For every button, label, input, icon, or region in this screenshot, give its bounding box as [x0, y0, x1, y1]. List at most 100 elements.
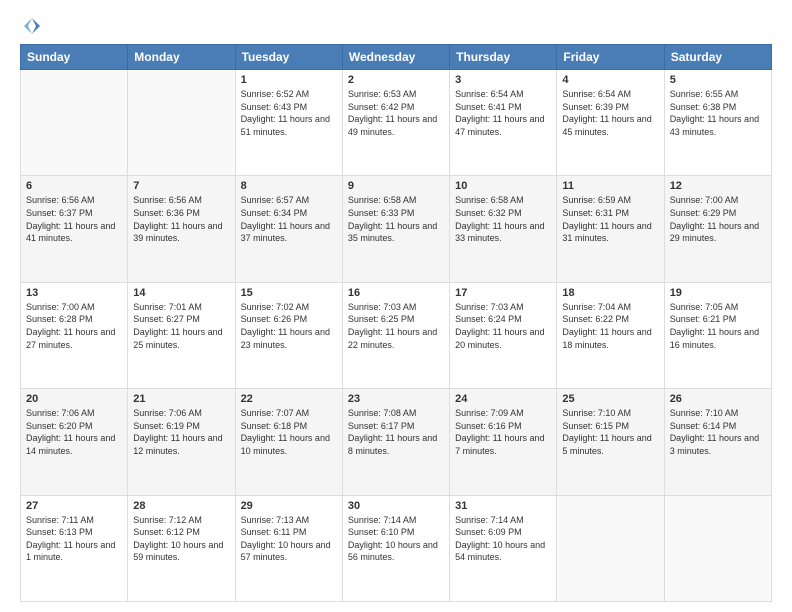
day-number: 10 — [455, 180, 551, 192]
calendar-cell: 28 Sunrise: 7:12 AM Sunset: 6:12 PM Dayli… — [128, 495, 235, 601]
day-info: Sunrise: 7:13 AM Sunset: 6:11 PM Dayligh… — [241, 514, 337, 564]
calendar-cell: 23Sunrise: 7:08 AM Sunset: 6:17 PM Dayli… — [342, 389, 449, 495]
calendar-cell: 29 Sunrise: 7:13 AM Sunset: 6:11 PM Dayli… — [235, 495, 342, 601]
col-monday: Monday — [128, 45, 235, 70]
calendar-cell: 24 Sunrise: 7:09 AM Sunset: 6:16 PM Dayli… — [450, 389, 557, 495]
day-info: Sunrise: 6:58 AM Sunset: 6:33 PM Dayligh… — [348, 194, 444, 244]
calendar-cell: 5 Sunrise: 6:55 AM Sunset: 6:38 PM Daylig… — [664, 70, 771, 176]
day-info: Sunrise: 7:02 AM Sunset: 6:26 PM Dayligh… — [241, 301, 337, 351]
day-number: 28 — [133, 500, 229, 512]
day-info: Sunrise: 7:06 AM Sunset: 6:20 PM Dayligh… — [26, 407, 122, 457]
calendar-cell: 1Sunrise: 6:52 AM Sunset: 6:43 PM Daylig… — [235, 70, 342, 176]
calendar-cell: 15 Sunrise: 7:02 AM Sunset: 6:26 PM Dayli… — [235, 282, 342, 388]
day-number: 27 — [26, 500, 122, 512]
calendar-cell — [128, 70, 235, 176]
day-info: Sunrise: 7:05 AM Sunset: 6:21 PM Dayligh… — [670, 301, 766, 351]
day-number: 11 — [562, 180, 658, 192]
day-number: 4 — [562, 74, 658, 86]
day-number: 16 — [348, 287, 444, 299]
day-info: Sunrise: 7:00 AM Sunset: 6:29 PM Dayligh… — [670, 194, 766, 244]
header — [20, 16, 772, 36]
col-tuesday: Tuesday — [235, 45, 342, 70]
calendar-cell: 11 Sunrise: 6:59 AM Sunset: 6:31 PM Dayli… — [557, 176, 664, 282]
day-info: Sunrise: 6:53 AM Sunset: 6:42 PM Dayligh… — [348, 88, 444, 138]
day-info: Sunrise: 6:56 AM Sunset: 6:36 PM Dayligh… — [133, 194, 229, 244]
day-info: Sunrise: 7:14 AM Sunset: 6:10 PM Dayligh… — [348, 514, 444, 564]
day-info: Sunrise: 7:06 AM Sunset: 6:19 PM Dayligh… — [133, 407, 229, 457]
calendar-cell: 4 Sunrise: 6:54 AM Sunset: 6:39 PM Daylig… — [557, 70, 664, 176]
day-number: 26 — [670, 393, 766, 405]
col-saturday: Saturday — [664, 45, 771, 70]
col-sunday: Sunday — [21, 45, 128, 70]
day-info: Sunrise: 7:12 AM Sunset: 6:12 PM Dayligh… — [133, 514, 229, 564]
day-number: 15 — [241, 287, 337, 299]
calendar-cell: 13 Sunrise: 7:00 AM Sunset: 6:28 PM Dayli… — [21, 282, 128, 388]
day-number: 2 — [348, 74, 444, 86]
day-number: 21 — [133, 393, 229, 405]
day-info: Sunrise: 7:10 AM Sunset: 6:15 PM Dayligh… — [562, 407, 658, 457]
calendar-cell: 19 Sunrise: 7:05 AM Sunset: 6:21 PM Dayli… — [664, 282, 771, 388]
calendar-cell: 22Sunrise: 7:07 AM Sunset: 6:18 PM Dayli… — [235, 389, 342, 495]
calendar-cell: 2 Sunrise: 6:53 AM Sunset: 6:42 PM Daylig… — [342, 70, 449, 176]
day-info: Sunrise: 7:04 AM Sunset: 6:22 PM Dayligh… — [562, 301, 658, 351]
col-friday: Friday — [557, 45, 664, 70]
day-number: 7 — [133, 180, 229, 192]
day-info: Sunrise: 7:07 AM Sunset: 6:18 PM Dayligh… — [241, 407, 337, 457]
day-number: 30 — [348, 500, 444, 512]
day-number: 14 — [133, 287, 229, 299]
calendar-cell: 27Sunrise: 7:11 AM Sunset: 6:13 PM Dayli… — [21, 495, 128, 601]
day-number: 25 — [562, 393, 658, 405]
calendar-week-3: 13 Sunrise: 7:00 AM Sunset: 6:28 PM Dayli… — [21, 282, 772, 388]
calendar: Sunday Monday Tuesday Wednesday Thursday… — [20, 44, 772, 602]
calendar-cell: 25 Sunrise: 7:10 AM Sunset: 6:15 PM Dayli… — [557, 389, 664, 495]
calendar-cell — [557, 495, 664, 601]
calendar-cell: 30 Sunrise: 7:14 AM Sunset: 6:10 PM Dayli… — [342, 495, 449, 601]
day-number: 18 — [562, 287, 658, 299]
day-info: Sunrise: 6:54 AM Sunset: 6:39 PM Dayligh… — [562, 88, 658, 138]
day-info: Sunrise: 7:00 AM Sunset: 6:28 PM Dayligh… — [26, 301, 122, 351]
day-info: Sunrise: 6:56 AM Sunset: 6:37 PM Dayligh… — [26, 194, 122, 244]
day-number: 23 — [348, 393, 444, 405]
calendar-cell — [664, 495, 771, 601]
calendar-header-row: Sunday Monday Tuesday Wednesday Thursday… — [21, 45, 772, 70]
page: Sunday Monday Tuesday Wednesday Thursday… — [0, 0, 792, 612]
day-info: Sunrise: 6:54 AM Sunset: 6:41 PM Dayligh… — [455, 88, 551, 138]
calendar-week-5: 27Sunrise: 7:11 AM Sunset: 6:13 PM Dayli… — [21, 495, 772, 601]
calendar-cell: 12 Sunrise: 7:00 AM Sunset: 6:29 PM Dayli… — [664, 176, 771, 282]
calendar-cell: 21 Sunrise: 7:06 AM Sunset: 6:19 PM Dayli… — [128, 389, 235, 495]
day-info: Sunrise: 6:58 AM Sunset: 6:32 PM Dayligh… — [455, 194, 551, 244]
calendar-cell: 16Sunrise: 7:03 AM Sunset: 6:25 PM Dayli… — [342, 282, 449, 388]
calendar-cell: 6 Sunrise: 6:56 AM Sunset: 6:37 PM Daylig… — [21, 176, 128, 282]
calendar-cell: 17Sunrise: 7:03 AM Sunset: 6:24 PM Dayli… — [450, 282, 557, 388]
day-number: 31 — [455, 500, 551, 512]
day-number: 20 — [26, 393, 122, 405]
day-number: 3 — [455, 74, 551, 86]
day-number: 13 — [26, 287, 122, 299]
day-info: Sunrise: 6:52 AM Sunset: 6:43 PM Dayligh… — [241, 88, 337, 138]
calendar-cell: 9Sunrise: 6:58 AM Sunset: 6:33 PM Daylig… — [342, 176, 449, 282]
calendar-cell: 3 Sunrise: 6:54 AM Sunset: 6:41 PM Daylig… — [450, 70, 557, 176]
logo-icon — [22, 16, 42, 36]
day-info: Sunrise: 7:10 AM Sunset: 6:14 PM Dayligh… — [670, 407, 766, 457]
day-info: Sunrise: 7:01 AM Sunset: 6:27 PM Dayligh… — [133, 301, 229, 351]
calendar-cell: 14 Sunrise: 7:01 AM Sunset: 6:27 PM Dayli… — [128, 282, 235, 388]
day-info: Sunrise: 7:03 AM Sunset: 6:24 PM Dayligh… — [455, 301, 551, 351]
day-number: 29 — [241, 500, 337, 512]
day-number: 6 — [26, 180, 122, 192]
calendar-week-1: 1Sunrise: 6:52 AM Sunset: 6:43 PM Daylig… — [21, 70, 772, 176]
col-thursday: Thursday — [450, 45, 557, 70]
logo — [20, 16, 44, 36]
day-info: Sunrise: 7:09 AM Sunset: 6:16 PM Dayligh… — [455, 407, 551, 457]
day-info: Sunrise: 6:57 AM Sunset: 6:34 PM Dayligh… — [241, 194, 337, 244]
calendar-week-2: 6 Sunrise: 6:56 AM Sunset: 6:37 PM Daylig… — [21, 176, 772, 282]
day-number: 5 — [670, 74, 766, 86]
day-number: 24 — [455, 393, 551, 405]
day-number: 8 — [241, 180, 337, 192]
day-number: 19 — [670, 287, 766, 299]
calendar-cell: 7 Sunrise: 6:56 AM Sunset: 6:36 PM Daylig… — [128, 176, 235, 282]
day-number: 12 — [670, 180, 766, 192]
calendar-cell: 20 Sunrise: 7:06 AM Sunset: 6:20 PM Dayli… — [21, 389, 128, 495]
day-info: Sunrise: 6:55 AM Sunset: 6:38 PM Dayligh… — [670, 88, 766, 138]
calendar-cell — [21, 70, 128, 176]
day-info: Sunrise: 6:59 AM Sunset: 6:31 PM Dayligh… — [562, 194, 658, 244]
